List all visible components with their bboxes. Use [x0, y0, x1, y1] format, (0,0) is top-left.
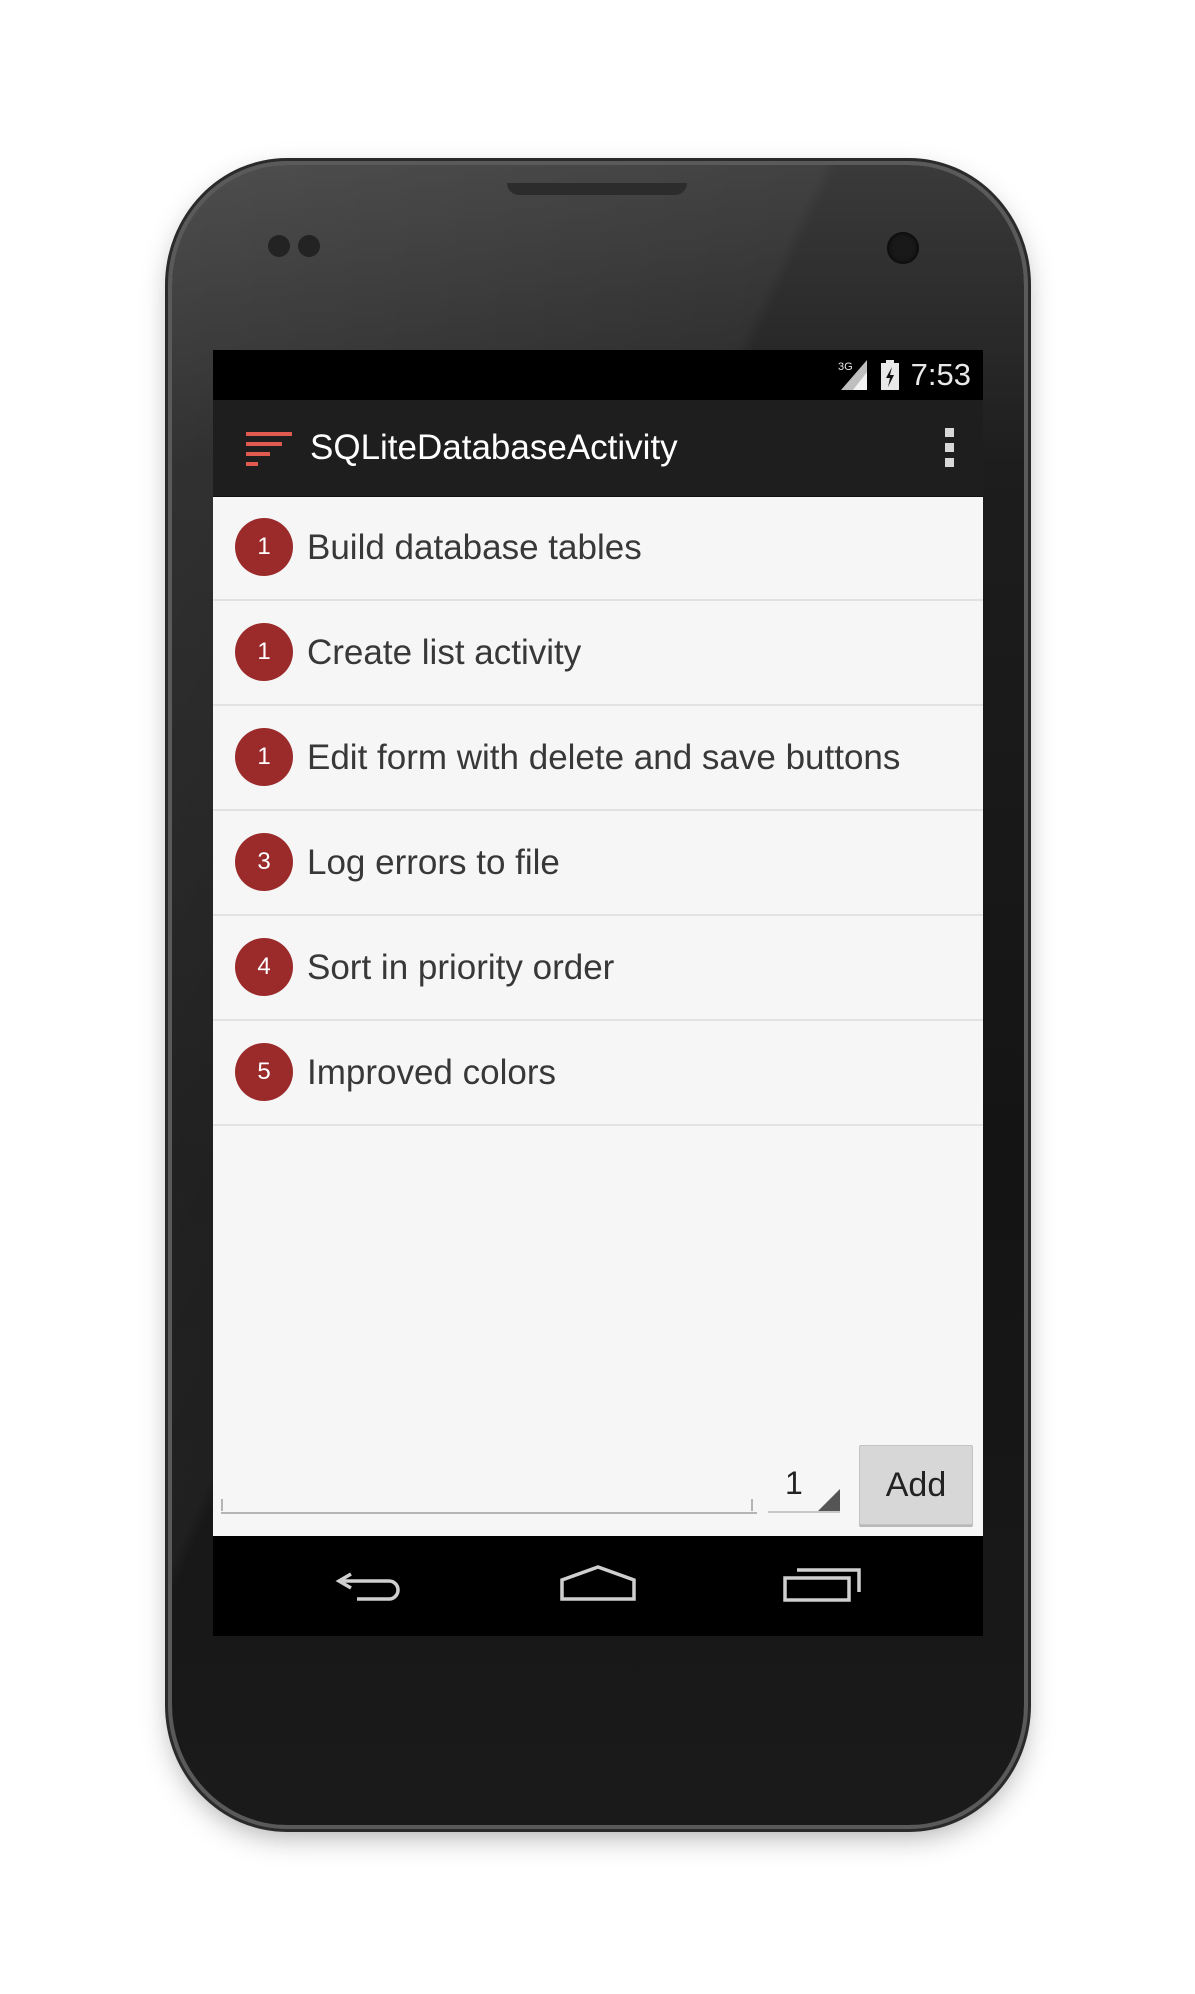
list-item[interactable]: 5 Improved colors: [213, 1021, 983, 1126]
phone-screen: 3G 7:53 SQLiteDatabaseActivity 1 Build d…: [213, 350, 983, 1636]
home-icon[interactable]: [558, 1558, 638, 1614]
task-text: Create list activity: [307, 633, 582, 672]
priority-badge: 1: [235, 728, 293, 786]
action-bar: SQLiteDatabaseActivity: [213, 400, 983, 497]
priority-badge: 1: [235, 623, 293, 681]
navigation-bar: [213, 1536, 983, 1636]
list-item[interactable]: 1 Edit form with delete and save buttons: [213, 706, 983, 811]
priority-spinner-value: 1: [785, 1465, 803, 1501]
input-underline-cap: [751, 1499, 753, 1511]
task-text: Edit form with delete and save buttons: [307, 738, 901, 777]
priority-badge: 3: [235, 833, 293, 891]
new-task-row: 1 Add: [213, 1435, 983, 1530]
input-underline-cap: [221, 1499, 223, 1511]
earpiece-speaker: [507, 183, 687, 195]
status-icons: 3G 7:53: [837, 350, 971, 400]
priority-badge: 1: [235, 518, 293, 576]
add-button[interactable]: Add: [859, 1445, 973, 1525]
priority-badge: 5: [235, 1043, 293, 1101]
status-bar: 3G 7:53: [213, 350, 983, 400]
task-list: 1 Build database tables 1 Create list ac…: [213, 496, 983, 1126]
light-sensor: [298, 235, 320, 257]
list-item[interactable]: 4 Sort in priority order: [213, 916, 983, 1021]
priority-spinner[interactable]: 1: [768, 1455, 840, 1513]
front-camera: [887, 232, 919, 264]
task-text: Build database tables: [307, 528, 642, 567]
battery-charging-icon: [880, 360, 899, 390]
more-vert-icon[interactable]: [941, 428, 957, 470]
signal-3g-icon: 3G: [838, 360, 867, 390]
list-item[interactable]: 3 Log errors to file: [213, 811, 983, 916]
dropdown-arrow-icon: [818, 1489, 840, 1511]
task-text: Log errors to file: [307, 843, 560, 882]
proximity-sensor: [268, 235, 290, 257]
svg-text:3G: 3G: [838, 361, 853, 373]
list-item[interactable]: 1 Build database tables: [213, 496, 983, 601]
task-text: Improved colors: [307, 1053, 556, 1092]
status-clock: 7:53: [910, 357, 971, 392]
task-text: Sort in priority order: [307, 948, 615, 987]
recents-icon[interactable]: [781, 1558, 861, 1614]
app-title: SQLiteDatabaseActivity: [310, 428, 678, 467]
back-icon[interactable]: [333, 1558, 413, 1614]
list-item[interactable]: 1 Create list activity: [213, 601, 983, 706]
task-input[interactable]: [221, 1455, 757, 1514]
priority-badge: 4: [235, 938, 293, 996]
sort-lines-icon[interactable]: [246, 432, 292, 466]
